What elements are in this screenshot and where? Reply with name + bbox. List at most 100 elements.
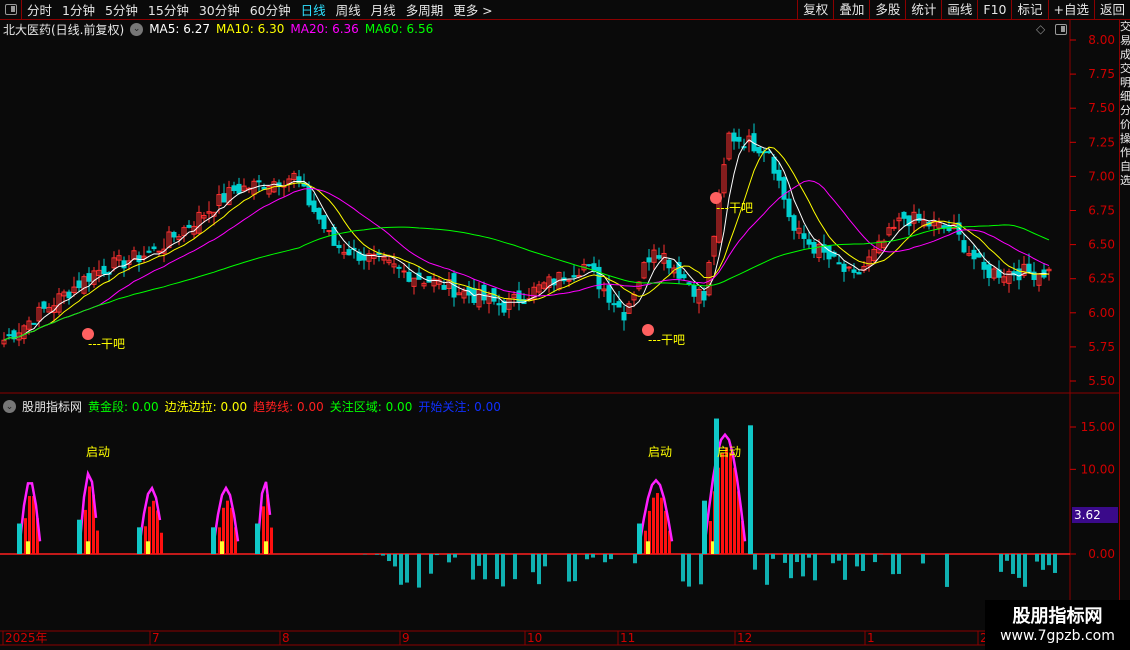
- candle-body: [66, 291, 72, 299]
- indicator-bar: [483, 554, 487, 580]
- candle-body: [771, 156, 777, 174]
- candle-body: [616, 301, 622, 308]
- candle-body: [606, 285, 612, 303]
- indicator-tick-label: 10.00: [1081, 462, 1115, 476]
- candle-body: [571, 275, 577, 278]
- indicator-bar: [789, 554, 793, 579]
- date-label: 8: [282, 631, 290, 645]
- candle-body: [786, 198, 792, 218]
- indicator-bar: [501, 554, 505, 587]
- candle-body: [31, 322, 37, 325]
- date-label: 12: [737, 631, 752, 645]
- candle-body: [171, 231, 177, 238]
- indicator-current-value: 3.62: [1072, 507, 1118, 523]
- indicator-bar: [702, 500, 707, 554]
- indicator-bar: [609, 554, 613, 560]
- candle-body: [401, 270, 407, 273]
- date-label: 11: [620, 631, 635, 645]
- candle-body: [186, 224, 192, 228]
- candle-body: [891, 226, 897, 229]
- candle-body: [76, 280, 82, 289]
- candle-body: [681, 274, 687, 279]
- indicator-bar: [748, 425, 753, 554]
- indicator-bar: [855, 554, 859, 567]
- indicator-bar: [783, 554, 787, 563]
- indicator-bar: [585, 554, 589, 560]
- candle-body: [236, 183, 242, 194]
- indicator-bar: [573, 554, 577, 582]
- candle-body: [336, 244, 342, 249]
- indicator-bar: [753, 554, 757, 570]
- candle-body: [981, 261, 987, 270]
- price-tick-label: 7.75: [1088, 67, 1115, 81]
- candle-body: [6, 334, 12, 337]
- candle-body: [621, 312, 627, 321]
- candle-body: [586, 264, 592, 267]
- indicator-bar: [733, 467, 736, 554]
- candle-body: [986, 264, 992, 279]
- price-tick-label: 7.50: [1088, 101, 1115, 115]
- date-label: 9: [402, 631, 410, 645]
- candle-body: [646, 257, 652, 263]
- indicator-annotation: 启动: [648, 445, 672, 459]
- indicator-bar: [1053, 554, 1057, 573]
- indicator-bar: [137, 527, 142, 554]
- indicator-bar: [656, 493, 659, 554]
- indicator-bar: [77, 519, 82, 554]
- indicator-bar: [813, 554, 817, 581]
- indicator-bar: [681, 554, 685, 582]
- indicator-bar: [405, 554, 409, 583]
- candle-body: [151, 246, 157, 250]
- right-side-strip[interactable]: 交易 成交 明细 分价 操作 自选: [1119, 20, 1130, 630]
- price-tick-label: 5.50: [1088, 374, 1115, 388]
- indicator-bar: [646, 541, 650, 554]
- candle-body: [731, 132, 737, 142]
- indicator-bar: [795, 554, 799, 563]
- candle-body: [101, 265, 107, 275]
- indicator-bar: [765, 554, 769, 585]
- indicator-bar: [381, 554, 385, 556]
- candle-body: [496, 303, 502, 306]
- indicator-bar: [687, 554, 691, 587]
- candle-body: [146, 250, 152, 253]
- candle-body: [756, 146, 762, 154]
- indicator-bar: [17, 523, 22, 554]
- indicator-bar: [531, 554, 535, 573]
- candle-body: [396, 266, 402, 269]
- indicator-bar: [86, 541, 90, 554]
- candle-body: [836, 262, 842, 265]
- indicator-bar: [429, 554, 433, 574]
- candle-body: [331, 226, 337, 246]
- chart-canvas[interactable]: 8.00 7.75 7.50 7.25 7.00 6.75 6.50 6.25 6.00 5.75…: [0, 0, 1130, 650]
- indicator-bar: [220, 541, 224, 554]
- indicator-bar: [729, 452, 732, 554]
- indicator-bar: [771, 554, 775, 559]
- candle-body: [41, 301, 47, 309]
- candle-body: [316, 207, 322, 220]
- indicator-bar: [891, 554, 895, 575]
- candle-body: [851, 269, 857, 273]
- price-tick-label: 6.00: [1088, 306, 1115, 320]
- watermark-url: www.7gpzb.com: [1000, 628, 1115, 644]
- candle-body: [691, 285, 697, 297]
- price-tick-label: 5.75: [1088, 340, 1115, 354]
- indicator-bar: [1041, 554, 1045, 570]
- signal-label: ---干吧: [648, 333, 685, 347]
- indicator-bar: [660, 497, 663, 554]
- indicator-bar: [495, 554, 499, 580]
- candle-body: [121, 260, 127, 269]
- indicator-bar: [861, 554, 865, 571]
- candle-body: [826, 245, 832, 260]
- indicator-tick-label: 0.00: [1088, 547, 1115, 561]
- indicator-bar: [1023, 554, 1027, 587]
- candle-body: [406, 271, 412, 282]
- indicator-bar: [471, 554, 475, 580]
- indicator-bar: [637, 523, 642, 554]
- indicator-bar: [447, 554, 451, 563]
- indicator-bar: [1011, 554, 1015, 574]
- indicator-bar: [513, 554, 517, 580]
- candle-body: [326, 230, 332, 233]
- candle-body: [976, 253, 982, 258]
- indicator-annotation: 启动: [86, 445, 110, 459]
- indicator-bar: [160, 532, 163, 554]
